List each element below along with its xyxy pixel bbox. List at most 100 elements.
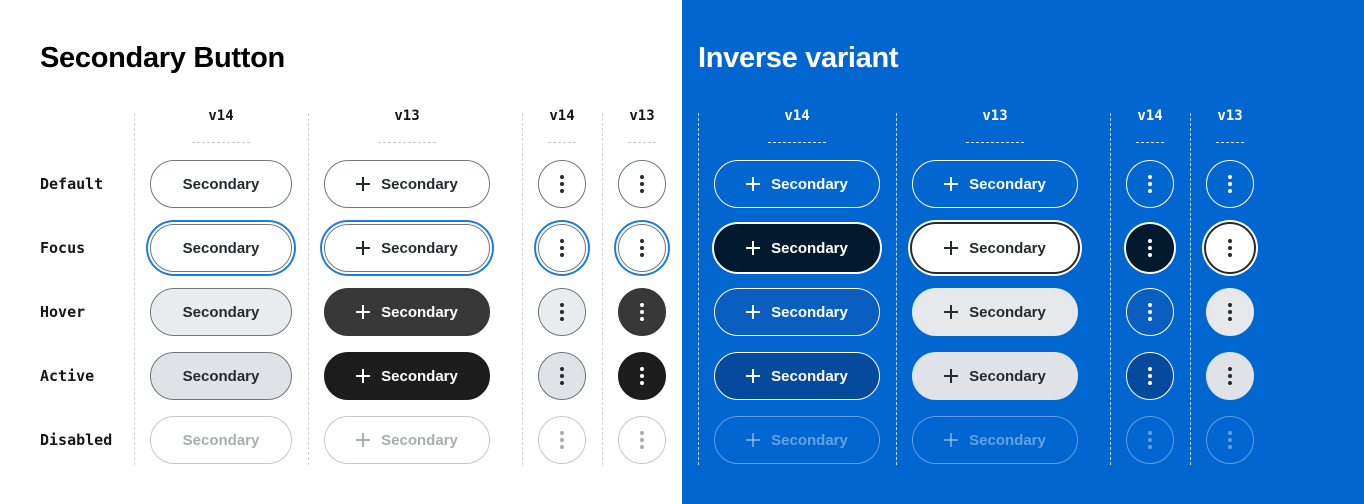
plus-icon: [944, 177, 959, 191]
plus-icon: [944, 369, 959, 383]
column-header: v13: [394, 108, 420, 124]
more-vertical-icon: [560, 239, 564, 257]
secondary-button-v13-default[interactable]: Secondary: [324, 160, 490, 208]
more-button-v13-focus[interactable]: [618, 224, 666, 272]
more-vertical-icon: [1228, 367, 1232, 385]
button-label: Secondary: [381, 367, 458, 385]
row-label-active: Active: [40, 367, 95, 385]
button-label: Secondary: [771, 239, 848, 257]
inverse-more-button-v13-hover[interactable]: [1206, 288, 1254, 336]
more-vertical-icon: [640, 239, 644, 257]
plus-icon: [944, 241, 959, 255]
column-header: v14: [208, 108, 234, 124]
inverse-more-button-v14-disabled: [1126, 416, 1174, 464]
row-label-focus: Focus: [40, 239, 86, 257]
column-header: v13: [629, 108, 655, 124]
secondary-button-v14-hover[interactable]: Secondary: [150, 288, 292, 336]
inverse-button-v14-default[interactable]: Secondary: [714, 160, 880, 208]
column-width-marker: [378, 142, 436, 143]
column-width-marker: [768, 142, 826, 143]
button-label: Secondary: [969, 175, 1046, 193]
secondary-button-v14-active[interactable]: Secondary: [150, 352, 292, 400]
inverse-more-button-v14-hover[interactable]: [1126, 288, 1174, 336]
column-divider: [308, 113, 309, 465]
secondary-button-v14-default[interactable]: Secondary: [150, 160, 292, 208]
plus-icon: [746, 177, 761, 191]
button-label: Secondary: [182, 367, 260, 385]
column-header: v13: [1217, 108, 1243, 124]
column-divider: [1190, 113, 1191, 465]
column-divider: [602, 113, 603, 465]
inverse-more-button-v13-default[interactable]: [1206, 160, 1254, 208]
button-label: Secondary: [969, 367, 1046, 385]
more-button-v13-default[interactable]: [618, 160, 666, 208]
button-label: Secondary: [771, 175, 848, 193]
more-vertical-icon: [1228, 303, 1232, 321]
more-button-v14-hover[interactable]: [538, 288, 586, 336]
column-divider: [522, 113, 523, 465]
more-vertical-icon: [1148, 367, 1152, 385]
column-width-marker: [628, 142, 656, 143]
inverse-more-button-v14-default[interactable]: [1126, 160, 1174, 208]
inverse-button-v13-focus[interactable]: Secondary: [912, 224, 1078, 272]
secondary-button-v13-active[interactable]: Secondary: [324, 352, 490, 400]
button-label: Secondary: [771, 367, 848, 385]
inverse-button-v14-active[interactable]: Secondary: [714, 352, 880, 400]
button-label: Secondary: [182, 239, 260, 257]
plus-icon: [944, 305, 959, 319]
column-divider: [698, 113, 699, 465]
column-header: v13: [982, 108, 1008, 124]
inverse-more-button-v14-active[interactable]: [1126, 352, 1174, 400]
row-label-default: Default: [40, 175, 104, 193]
more-button-v14-focus[interactable]: [538, 224, 586, 272]
inverse-more-button-v14-focus[interactable]: [1126, 224, 1174, 272]
more-vertical-icon: [640, 431, 644, 449]
plus-icon: [944, 433, 959, 447]
plus-icon: [356, 369, 371, 383]
button-label: Secondary: [969, 239, 1046, 257]
more-vertical-icon: [640, 367, 644, 385]
secondary-button-v14-focus[interactable]: Secondary: [150, 224, 292, 272]
column-width-marker: [192, 142, 250, 143]
more-button-v14-active[interactable]: [538, 352, 586, 400]
inverse-button-v14-hover[interactable]: Secondary: [714, 288, 880, 336]
secondary-button-v13-focus[interactable]: Secondary: [324, 224, 490, 272]
secondary-button-v14-disabled: Secondary: [150, 416, 292, 464]
more-vertical-icon: [1228, 239, 1232, 257]
plus-icon: [746, 241, 761, 255]
button-label: Secondary: [381, 431, 458, 449]
row-label-disabled: Disabled: [40, 431, 113, 449]
plus-icon: [746, 433, 761, 447]
more-button-v13-hover[interactable]: [618, 288, 666, 336]
more-vertical-icon: [560, 303, 564, 321]
more-vertical-icon: [640, 303, 644, 321]
inverse-more-button-v13-disabled: [1206, 416, 1254, 464]
secondary-button-v13-hover[interactable]: Secondary: [324, 288, 490, 336]
column-width-marker: [966, 142, 1024, 143]
button-label: Secondary: [182, 431, 260, 449]
column-header: v14: [1137, 108, 1163, 124]
inverse-more-button-v13-focus[interactable]: [1206, 224, 1254, 272]
column-header: v14: [549, 108, 575, 124]
inverse-button-v13-default[interactable]: Secondary: [912, 160, 1078, 208]
inverse-button-v13-disabled: Secondary: [912, 416, 1078, 464]
more-vertical-icon: [560, 367, 564, 385]
button-label: Secondary: [381, 175, 458, 193]
column-divider: [896, 113, 897, 465]
inverse-button-v13-hover[interactable]: Secondary: [912, 288, 1078, 336]
more-vertical-icon: [1228, 175, 1232, 193]
inverse-button-v13-active[interactable]: Secondary: [912, 352, 1078, 400]
button-label: Secondary: [771, 303, 848, 321]
plus-icon: [356, 305, 371, 319]
more-button-v14-default[interactable]: [538, 160, 586, 208]
inverse-button-v14-disabled: Secondary: [714, 416, 880, 464]
inverse-button-v14-focus[interactable]: Secondary: [714, 224, 880, 272]
column-width-marker: [1136, 142, 1164, 143]
more-button-v13-active[interactable]: [618, 352, 666, 400]
button-label: Secondary: [771, 431, 848, 449]
inverse-more-button-v13-active[interactable]: [1206, 352, 1254, 400]
button-label: Secondary: [182, 303, 260, 321]
column-divider: [1110, 113, 1111, 465]
plus-icon: [746, 305, 761, 319]
column-divider: [134, 113, 135, 465]
